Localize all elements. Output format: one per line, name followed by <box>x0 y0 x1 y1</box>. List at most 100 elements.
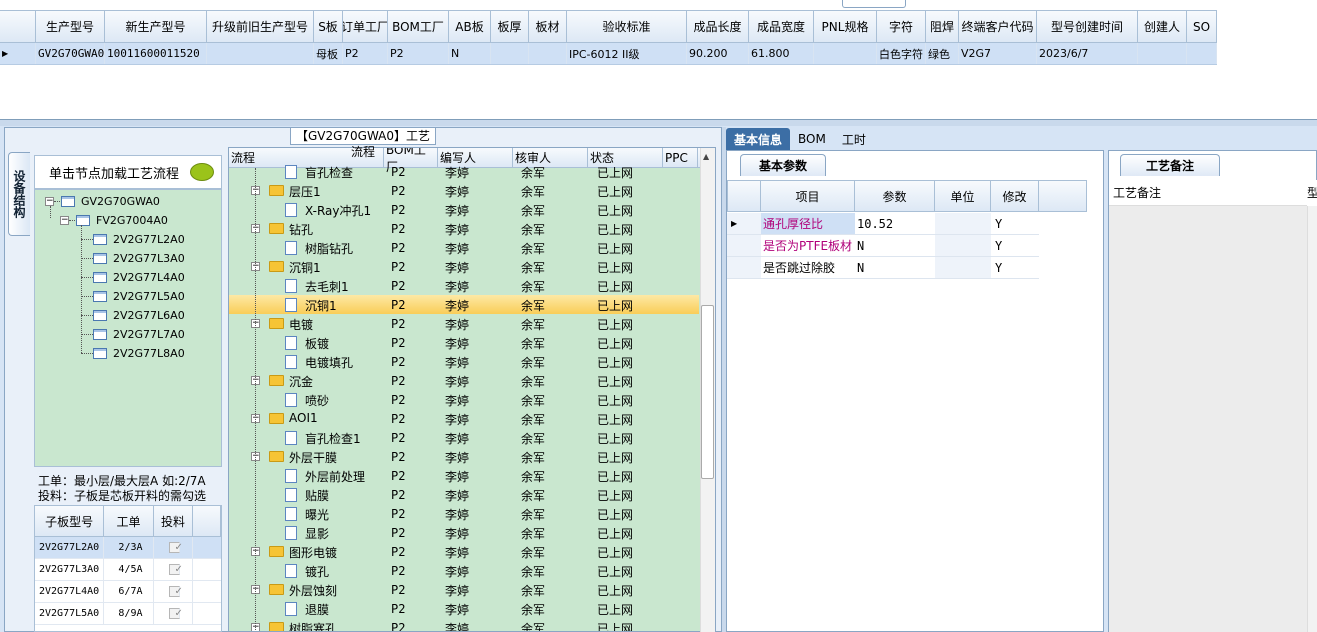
flow-row[interactable]: − 沉金 P2 李婷 余军 已上网 <box>229 371 699 390</box>
column-header[interactable]: 生产型号 <box>36 11 105 42</box>
column-header[interactable]: 工单 <box>104 506 154 536</box>
grid-cell[interactable]: P2 <box>343 43 388 64</box>
tree-child[interactable]: FV2G7004A0 <box>76 211 168 229</box>
tree-leaf[interactable]: 2V2G77L5A0 <box>93 287 185 305</box>
column-header[interactable]: 项目 <box>761 180 855 212</box>
collapse-icon[interactable]: − <box>45 197 54 206</box>
column-header[interactable]: 创建人 <box>1138 11 1187 42</box>
tab-basic-params[interactable]: 基本参数 <box>740 154 826 176</box>
grid-cell[interactable] <box>529 43 567 64</box>
flow-row[interactable]: 树脂钻孔 P2 李婷 余军 已上网 <box>229 238 699 257</box>
flow-row[interactable]: − 沉铜1 P2 李婷 余军 已上网 <box>229 257 699 276</box>
feed-checkbox[interactable]: ✓ <box>169 564 183 575</box>
grid-cell[interactable]: P2 <box>388 43 449 64</box>
grid-cell[interactable] <box>491 43 529 64</box>
column-header[interactable]: AB板 <box>449 11 491 42</box>
column-header[interactable]: SO <box>1187 11 1217 42</box>
tab-process-memo[interactable]: 工艺备注 <box>1120 154 1220 176</box>
param-unit[interactable] <box>935 213 991 235</box>
column-header[interactable]: S板 <box>314 11 343 42</box>
feed-checkbox[interactable]: ✓ <box>169 608 183 619</box>
grid-cell[interactable]: 10011600011520 <box>105 43 207 64</box>
column-header[interactable]: 新生产型号 <box>105 11 207 42</box>
grid-cell[interactable]: V2G7 <box>959 43 1037 64</box>
grid-cell[interactable]: N <box>449 43 491 64</box>
flow-row[interactable]: 盲孔检查 P2 李婷 余军 已上网 <box>229 162 699 181</box>
scroll-up-icon[interactable]: ▲ <box>703 152 709 161</box>
flow-row[interactable]: 贴膜 P2 李婷 余军 已上网 <box>229 485 699 504</box>
flow-row[interactable]: 镀孔 P2 李婷 余军 已上网 <box>229 561 699 580</box>
column-header[interactable]: 参数 <box>855 180 935 212</box>
flow-row[interactable]: 外层前处理 P2 李婷 余军 已上网 <box>229 466 699 485</box>
flow-row[interactable]: − 钻孔 P2 李婷 余军 已上网 <box>229 219 699 238</box>
flow-row[interactable]: 去毛刺1 P2 李婷 余军 已上网 <box>229 276 699 295</box>
flow-row[interactable]: − 外层蚀刻 P2 李婷 余军 已上网 <box>229 580 699 599</box>
subgrid-row[interactable]: 2V2G77L5A0 8/9A ✓ <box>35 603 221 625</box>
flow-row[interactable]: 退膜 P2 李婷 余军 已上网 <box>229 599 699 618</box>
column-header[interactable]: 子板型号 <box>35 506 105 536</box>
column-header[interactable]: 单位 <box>935 180 991 212</box>
feed-checkbox[interactable]: ✓ <box>169 586 183 597</box>
row-pointer[interactable]: ▶ <box>727 213 761 235</box>
column-header[interactable]: 成品长度 <box>687 11 749 42</box>
param-value[interactable]: N <box>855 235 935 257</box>
column-header[interactable]: 投料 <box>154 506 194 536</box>
grid-cell[interactable]: 白色字符 <box>877 43 926 64</box>
column-header[interactable]: BOM工厂 <box>388 11 449 42</box>
flow-row[interactable]: − 层压1 P2 李婷 余军 已上网 <box>229 181 699 200</box>
tree-root[interactable]: GV2G70GWA0 <box>61 192 160 210</box>
subgrid-row[interactable]: 2V2G77L3A0 4/5A ✓ <box>35 559 221 581</box>
tab-right-2[interactable]: 工时 <box>834 128 874 150</box>
tree-leaf[interactable]: 2V2G77L4A0 <box>93 268 185 286</box>
param-modify[interactable]: Y <box>991 257 1039 279</box>
param-value[interactable]: 10.52 <box>855 213 935 235</box>
flow-row[interactable]: − AOI1 P2 李婷 余军 已上网 <box>229 409 699 428</box>
product-grid-row[interactable]: ▶ GV2G70GWA0 10011600011520 母板 P2 P2 N IPC-6012… <box>0 43 1217 65</box>
column-header[interactable]: 板材 <box>529 11 567 42</box>
subgrid-row[interactable]: 2V2G77L4A0 6/7A ✓ <box>35 581 221 603</box>
top-tab-handle[interactable] <box>842 0 906 8</box>
tab-device-structure[interactable]: 设备结构 <box>8 152 30 236</box>
param-unit[interactable] <box>935 257 991 279</box>
column-header[interactable]: 阻焊 <box>926 11 959 42</box>
column-header[interactable]: 修改 <box>991 180 1039 212</box>
tree-leaf[interactable]: 2V2G77L8A0 <box>93 344 185 362</box>
param-modify[interactable]: Y <box>991 235 1039 257</box>
column-header[interactable]: 升级前旧生产型号 <box>207 11 314 42</box>
column-header[interactable]: 成品宽度 <box>749 11 814 42</box>
grid-cell[interactable]: 61.800 <box>749 43 814 64</box>
grid-cell[interactable]: 母板 <box>314 43 343 64</box>
param-value[interactable]: N <box>855 257 935 279</box>
grid-cell[interactable] <box>207 43 314 64</box>
row-pointer[interactable] <box>727 235 761 257</box>
tree-leaf[interactable]: 2V2G77L2A0 <box>93 230 185 248</box>
grid-cell[interactable]: 2023/6/7 <box>1037 43 1138 64</box>
grid-cell[interactable]: 90.200 <box>687 43 749 64</box>
flow-row[interactable]: 喷砂 P2 李婷 余军 已上网 <box>229 390 699 409</box>
flow-row[interactable]: 曝光 P2 李婷 余军 已上网 <box>229 504 699 523</box>
tree-leaf[interactable]: 2V2G77L6A0 <box>93 306 185 324</box>
column-header[interactable]: PNL规格 <box>814 11 877 42</box>
flow-row[interactable]: 沉铜1 P2 李婷 余军 已上网 <box>229 295 699 314</box>
column-header[interactable]: 终端客户代码 <box>959 11 1037 42</box>
flow-row[interactable]: − 外层干膜 P2 李婷 余军 已上网 <box>229 447 699 466</box>
grid-cell[interactable] <box>814 43 877 64</box>
tree-leaf[interactable]: 2V2G77L7A0 <box>93 325 185 343</box>
feed-checkbox[interactable]: ✓ <box>169 542 183 553</box>
speech-bubble-icon[interactable] <box>190 163 214 181</box>
collapse-icon[interactable]: − <box>60 216 69 225</box>
grid-cell[interactable]: GV2G70GWA0 <box>36 43 105 64</box>
row-pointer[interactable] <box>727 257 761 279</box>
flow-row[interactable]: − 电镀 P2 李婷 余军 已上网 <box>229 314 699 333</box>
flow-row[interactable]: − 树脂塞孔 P2 李婷 余军 已上网 <box>229 618 699 631</box>
flow-row[interactable]: 盲孔检查1 P2 李婷 余军 已上网 <box>229 428 699 447</box>
flow-row[interactable]: 电镀填孔 P2 李婷 余军 已上网 <box>229 352 699 371</box>
memo-scrollbar[interactable] <box>1307 206 1317 632</box>
memo-area[interactable] <box>1109 180 1307 632</box>
column-header[interactable]: 型号创建时间 <box>1037 11 1138 42</box>
param-unit[interactable] <box>935 235 991 257</box>
flow-row[interactable]: 显影 P2 李婷 余军 已上网 <box>229 523 699 542</box>
grid-cell[interactable] <box>1138 43 1187 64</box>
flow-row[interactable]: − 图形电镀 P2 李婷 余军 已上网 <box>229 542 699 561</box>
tree-leaf[interactable]: 2V2G77L3A0 <box>93 249 185 267</box>
